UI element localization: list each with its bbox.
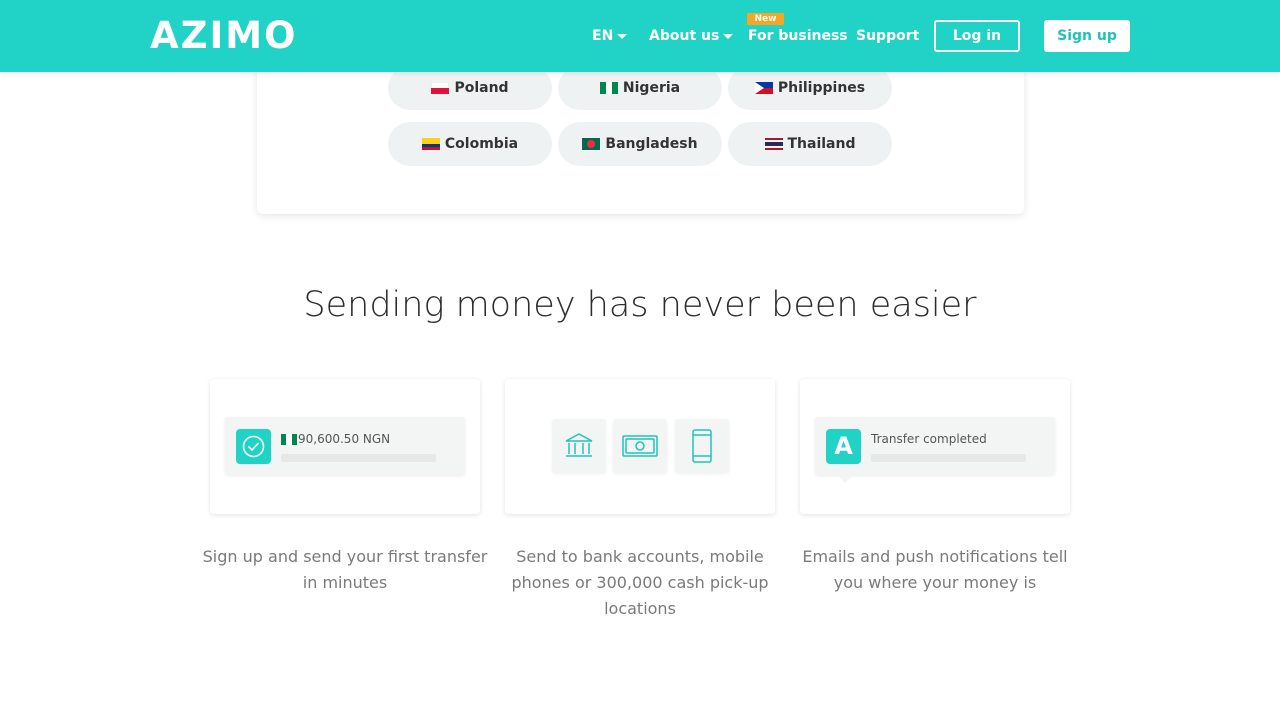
poland-flag-icon (431, 82, 450, 94)
nigeria-flag-icon (281, 434, 297, 445)
feature-description: Send to bank accounts, mobile phones or … (511, 547, 769, 618)
feature-card-destinations (505, 379, 775, 514)
speech-tail (837, 475, 853, 483)
section-title: Sending money has never been easier (303, 285, 977, 325)
language-selector[interactable]: EN (592, 27, 628, 45)
bank-icon (552, 419, 606, 473)
country-label: Poland (454, 80, 509, 96)
azimo-app-icon: A (826, 429, 861, 464)
country-poland[interactable]: Poland (388, 66, 552, 110)
placeholder-bar (281, 454, 436, 462)
cash-icon (613, 419, 667, 473)
country-nigeria[interactable]: Nigeria (558, 66, 722, 110)
support-link[interactable]: Support (856, 27, 919, 45)
language-label: EN (592, 28, 614, 44)
about-us-label: About us (649, 28, 720, 44)
transfer-preview: 90,600.50 NGN (225, 417, 465, 475)
top-navigation: AZIMO EN About us New For business Suppo… (0, 0, 1280, 72)
phone-icon (675, 419, 729, 473)
feature-description: Emails and push notifications tell you w… (802, 547, 1068, 592)
country-philippines[interactable]: Philippines (728, 66, 892, 110)
amount-label: 90,600.50 NGN (298, 432, 391, 446)
country-label: Philippines (777, 80, 866, 96)
chevron-down-icon (723, 33, 734, 39)
feature-description: Sign up and send your first transfer in … (202, 547, 488, 592)
placeholder-bar (871, 454, 1026, 462)
new-badge: New (747, 13, 784, 25)
notification-status: Transfer completed (871, 432, 987, 446)
philippines-flag-icon (754, 82, 773, 94)
about-us-menu[interactable]: About us (649, 27, 734, 45)
country-label: Colombia (444, 136, 519, 152)
country-bangladesh[interactable]: Bangladesh (558, 122, 722, 166)
feature-card-signup: 90,600.50 NGN (210, 379, 480, 514)
country-thailand[interactable]: Thailand (728, 122, 892, 166)
chevron-down-icon (617, 33, 628, 39)
nigeria-flag-icon (599, 82, 618, 94)
for-business-link[interactable]: For business (748, 27, 848, 45)
country-label: Bangladesh (605, 136, 698, 152)
azimo-logo[interactable]: AZIMO (150, 16, 298, 56)
bangladesh-flag-icon (582, 138, 601, 150)
sign-up-button[interactable]: Sign up (1044, 20, 1130, 52)
log-in-button[interactable]: Log in (934, 20, 1020, 52)
notification-preview: A Transfer completed (815, 417, 1055, 483)
country-label: Thailand (787, 136, 856, 152)
thailand-flag-icon (764, 138, 783, 150)
feature-card-notifications: A Transfer completed (800, 379, 1070, 514)
colombia-flag-icon (421, 138, 440, 150)
check-circle-icon (236, 429, 271, 464)
country-colombia[interactable]: Colombia (388, 122, 552, 166)
country-label: Nigeria (622, 80, 681, 96)
